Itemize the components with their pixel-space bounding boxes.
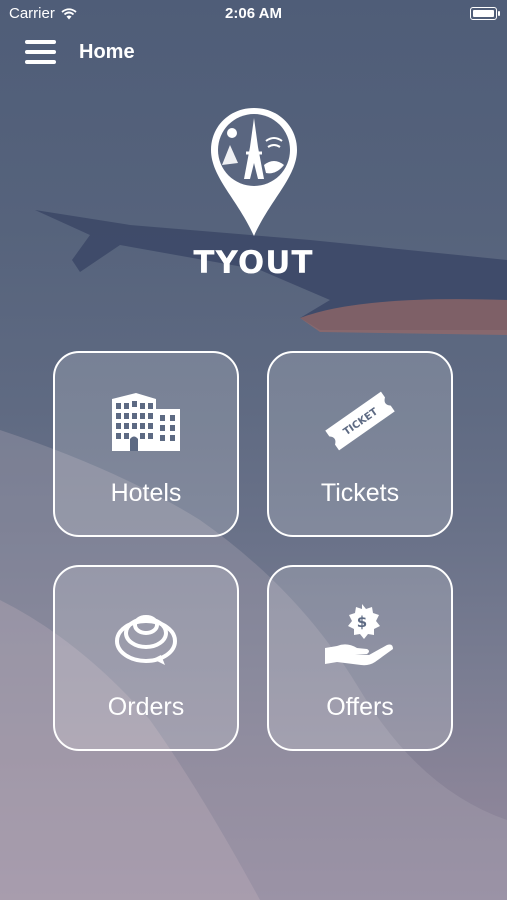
hotels-label: Hotels xyxy=(110,479,182,507)
ticket-icon: TICKET xyxy=(325,391,395,451)
hamburger-menu-button[interactable] xyxy=(25,38,56,66)
status-bar: Carrier 2:06 AM xyxy=(0,0,507,28)
offers-hand-dollar-icon: $ xyxy=(325,604,393,666)
tickets-label: Tickets xyxy=(320,479,400,507)
status-time: 2:06 AM xyxy=(225,5,282,22)
hotel-building-icon xyxy=(112,393,180,451)
offers-tile[interactable]: $ Offers xyxy=(267,565,453,751)
map-pin-eiffel-tower-icon xyxy=(210,108,297,236)
orders-label: Orders xyxy=(107,693,185,721)
page-title: Home xyxy=(79,41,135,63)
offers-label: Offers xyxy=(326,693,394,721)
dollar-sign: $ xyxy=(357,613,367,631)
orders-spiral-icon xyxy=(115,615,177,665)
tickets-tile[interactable]: TICKET Tickets xyxy=(267,351,453,537)
brand-name: TYOUT xyxy=(193,245,314,281)
battery-icon xyxy=(470,7,500,20)
navigation-bar: Home xyxy=(0,30,507,74)
menu-icon xyxy=(25,40,56,44)
hotels-tile[interactable]: Hotels xyxy=(53,351,239,537)
orders-tile[interactable]: Orders xyxy=(53,565,239,751)
brand-logo: TYOUT xyxy=(0,105,507,281)
